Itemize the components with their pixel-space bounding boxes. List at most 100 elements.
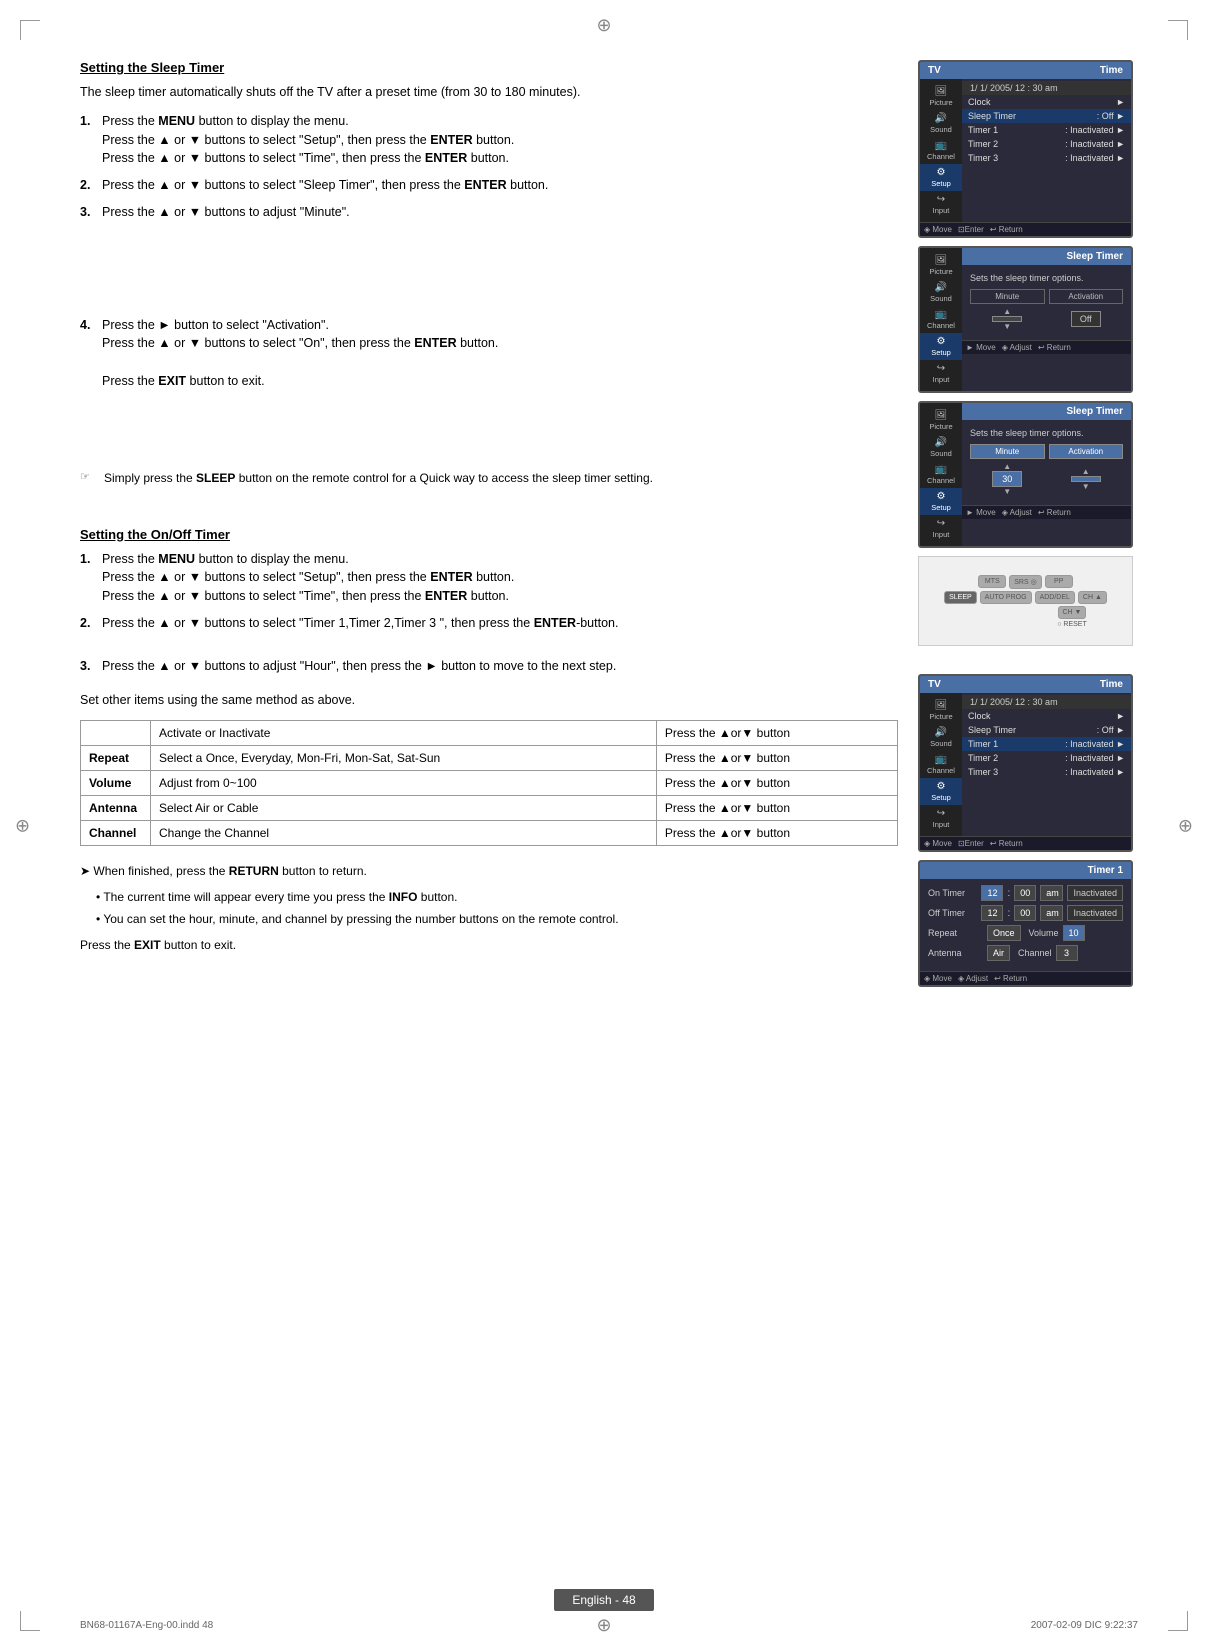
timer-antenna-row: Antenna Air Channel 3 — [928, 945, 1123, 961]
corner-mark-tr — [1168, 20, 1188, 40]
menu-value: : Inactivated ► — [1065, 739, 1125, 749]
nav-label: Setup — [931, 503, 951, 512]
channel-icon: 📺 — [935, 140, 947, 151]
s2-step-2-text: Press the ▲ or ▼ buttons to select "Time… — [102, 614, 898, 633]
sleep-header-2: Sleep Timer — [962, 403, 1131, 420]
menu-label: Timer 3 — [968, 153, 998, 163]
footer-enter: ⊡Enter — [958, 839, 984, 848]
bottom-info: BN68-01167A-Eng-00.indd 48 2007-02-09 DI… — [80, 1620, 1138, 1631]
menu-value: : Inactivated ► — [1065, 153, 1125, 163]
sound-icon: 🔊 — [935, 282, 947, 293]
tv-menu-timer2-2: Timer 2 : Inactivated ► — [962, 751, 1131, 765]
ontimer-status: Inactivated — [1067, 885, 1123, 901]
col-minute: Minute — [970, 289, 1045, 304]
sleep-nav-channel: 📺 Channel — [920, 306, 962, 333]
tv-nav-input: ↪ Input — [920, 191, 962, 218]
corner-mark-bl — [20, 1611, 40, 1631]
compass-left: ⊕ — [15, 815, 30, 836]
menu-label: Timer 3 — [968, 767, 998, 777]
menu-label: Sleep Timer — [968, 725, 1016, 735]
footer-move: ► Move — [966, 508, 996, 517]
section1-steps: 1. Press the MENU button to display the … — [80, 112, 898, 222]
table-cell: Press the ▲or▼ button — [656, 721, 897, 746]
picture-icon: 🖼 — [935, 255, 948, 266]
activation-control-2: ▲ ▼ — [1049, 467, 1124, 491]
picture-icon: 🖼 — [935, 700, 948, 711]
tv-menu-clock: Clock ► — [962, 95, 1131, 109]
repeat-label: Repeat — [928, 928, 983, 938]
nav-label: Input — [933, 375, 950, 384]
sleep-content-1: Sets the sleep timer options. Minute Act… — [962, 265, 1131, 340]
footer-move: ◈ Move — [924, 839, 952, 848]
remote-row-4: ○ RESET — [964, 621, 1087, 628]
tv-header-left-2: TV — [928, 679, 941, 690]
sleep-content-2: Sets the sleep timer options. Minute Act… — [962, 420, 1131, 505]
menu-value: : Off ► — [1097, 111, 1125, 121]
table-row: Repeat Select a Once, Everyday, Mon-Fri,… — [81, 746, 898, 771]
section-onoff-timer: Setting the On/Off Timer 1. Press the ME… — [80, 527, 898, 953]
tv-subheader-time2: 1/ 1/ 2005/ 12 : 30 am — [962, 695, 1131, 709]
input-icon: ↪ — [937, 194, 945, 205]
channel-icon: 📺 — [935, 754, 947, 765]
note-text: Simply press the SLEEP button on the rem… — [104, 469, 653, 487]
page: ⊕ ⊕ ⊕ ⊕ Setting the Sleep Timer The slee… — [0, 0, 1208, 1651]
compass-top: ⊕ — [596, 15, 611, 36]
tv-sidebar-time2: 🖼 Picture 🔊 Sound 📺 Channel ⚙ — [920, 693, 1131, 836]
step-4-text: Press the ► button to select "Activation… — [102, 316, 898, 391]
tv-nav-channel-2: 📺 Channel — [920, 751, 962, 778]
tv-menu-timer3: Timer 3 : Inactivated ► — [962, 151, 1131, 165]
tv-footer-time2: ◈ Move ⊡Enter ↩ Return — [920, 836, 1131, 850]
menu-label: Sleep Timer — [968, 111, 1016, 121]
activation-value: Off — [1071, 311, 1101, 327]
table-cell: Press the ▲or▼ button — [656, 821, 897, 846]
corner-mark-br — [1168, 1611, 1188, 1631]
timer-offtimer-row: Off Timer 12 : 00 am Inactivated — [928, 905, 1123, 921]
s2-step-3: 3. Press the ▲ or ▼ buttons to adjust "H… — [80, 657, 898, 676]
tv-menu-timer1-2: Timer 1 : Inactivated ► — [962, 737, 1131, 751]
tv-nav-sound-2: 🔊 Sound — [920, 724, 962, 751]
btn-srs: SRS ◎ — [1009, 575, 1041, 589]
footer-return: ↩ Return — [990, 225, 1023, 234]
menu-label: Clock — [968, 711, 991, 721]
step-3-text: Press the ▲ or ▼ buttons to adjust "Minu… — [102, 203, 898, 222]
footer-move: ◈ Move — [924, 974, 952, 983]
sleep-nav-picture: 🖼 Picture — [920, 252, 962, 279]
footer-return: ↩ Return — [994, 974, 1027, 983]
ontimer-label: On Timer — [928, 888, 977, 898]
nav-label: Sound — [930, 739, 952, 748]
s2-step-1-num: 1. — [80, 550, 96, 606]
table-cell: Press the ▲or▼ button — [656, 796, 897, 821]
sleep-nav-channel: 📺 Channel — [920, 461, 962, 488]
offtimer-label: Off Timer — [928, 908, 977, 918]
nav-label: Setup — [931, 348, 951, 357]
sleep-subtitle-1: Sets the sleep timer options. — [970, 273, 1123, 283]
timer1-footer: ◈ Move ◈ Adjust ↩ Return — [920, 971, 1131, 985]
bullet-item: The current time will appear every time … — [96, 888, 898, 906]
step-4: 4. Press the ► button to select "Activat… — [80, 316, 898, 391]
col-activation: Activation — [1049, 289, 1124, 304]
s2-step-2-num: 2. — [80, 614, 96, 633]
section2-title: Setting the On/Off Timer — [80, 527, 898, 542]
sleep-note: ☞ Simply press the SLEEP button on the r… — [80, 469, 898, 487]
table-cell: Select Air or Cable — [151, 796, 657, 821]
left-column: Setting the Sleep Timer The sleep timer … — [80, 60, 898, 987]
tv-header-right: Time — [1100, 65, 1123, 76]
timer1-body: On Timer 12 : 00 am Inactivated Off Time… — [920, 879, 1131, 971]
nav-label: Sound — [930, 449, 952, 458]
table-cell: Antenna — [81, 796, 151, 821]
note-icon: ☞ — [80, 469, 96, 487]
tv-nav-setup-2: ⚙ Setup — [920, 778, 962, 805]
menu-arrow: ► — [1116, 711, 1125, 721]
s2-step-3-num: 3. — [80, 657, 96, 676]
tv-header-time2: TV Time — [920, 676, 1131, 693]
footer-return: ↩ Return — [1038, 343, 1071, 352]
footer-move: ◈ Move — [924, 225, 952, 234]
btn-mts: MTS — [978, 575, 1006, 588]
table-cell: Channel — [81, 821, 151, 846]
menu-value: : Inactivated ► — [1065, 125, 1125, 135]
nav-label: Channel — [927, 476, 955, 485]
table-cell — [81, 721, 151, 746]
timer1-screen: Timer 1 On Timer 12 : 00 am Inactivated … — [918, 860, 1133, 987]
remote-buttons: MTS SRS ◎ PP SLEEP AUTO PROG ADD/DEL CH … — [944, 575, 1107, 628]
sleep-nav-1: 🖼 Picture 🔊 Sound 📺 Channel ⚙ — [920, 248, 962, 391]
